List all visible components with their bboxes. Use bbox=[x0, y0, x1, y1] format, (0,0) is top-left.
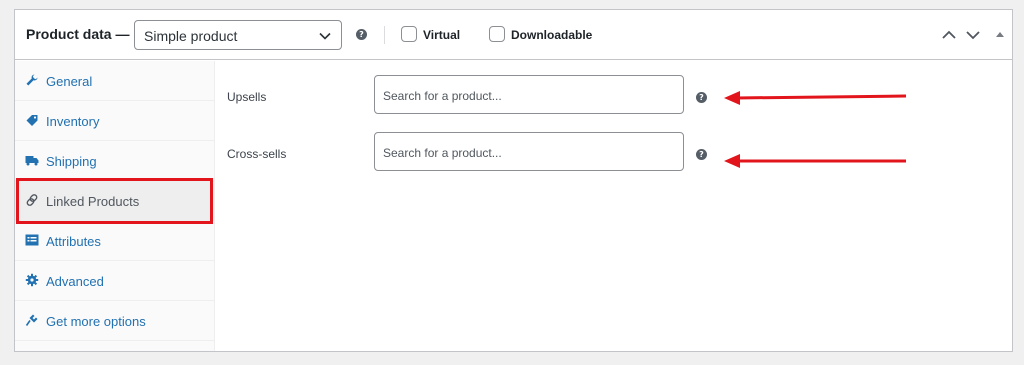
downloadable-checkbox[interactable] bbox=[489, 26, 505, 42]
tab-label: Get more options bbox=[46, 314, 146, 329]
help-icon[interactable]: ? bbox=[356, 29, 367, 40]
tab-shipping[interactable]: Shipping bbox=[15, 141, 215, 181]
panel-title: Product data — bbox=[26, 26, 130, 42]
tab-inventory[interactable]: Inventory bbox=[15, 101, 215, 141]
upsells-label: Upsells bbox=[227, 90, 267, 104]
tab-label: Inventory bbox=[46, 114, 100, 129]
plugin-icon bbox=[25, 314, 38, 326]
tag-icon bbox=[26, 115, 38, 126]
tab-label: Attributes bbox=[46, 234, 101, 249]
cross-sells-label: Cross-sells bbox=[227, 147, 287, 161]
truck-icon bbox=[25, 156, 39, 166]
collapse-toggle-icon[interactable] bbox=[992, 27, 1008, 43]
help-icon[interactable]: ? bbox=[696, 149, 707, 160]
upsells-search-input[interactable]: Search for a product... bbox=[374, 75, 684, 114]
tab-general[interactable]: General bbox=[15, 61, 215, 101]
product-type-select[interactable]: Simple product bbox=[134, 20, 342, 50]
upsells-placeholder: Search for a product... bbox=[383, 89, 502, 103]
product-type-value: Simple product bbox=[144, 28, 238, 44]
header-divider bbox=[384, 26, 385, 44]
downloadable-label: Downloadable bbox=[511, 28, 593, 42]
cross-sells-placeholder: Search for a product... bbox=[383, 146, 502, 160]
list-icon bbox=[25, 234, 39, 246]
linked-products-panel: Upsells Search for a product... ? Cross-… bbox=[216, 61, 1012, 351]
tab-get-more-options[interactable]: Get more options bbox=[15, 301, 215, 341]
annotation-highlight-box bbox=[16, 178, 213, 224]
wrench-icon bbox=[26, 74, 38, 86]
tab-label: Advanced bbox=[46, 274, 104, 289]
tab-label: Shipping bbox=[46, 154, 97, 169]
chevron-up-icon[interactable] bbox=[941, 27, 957, 43]
annotation-arrow-icon bbox=[724, 91, 907, 105]
virtual-checkbox[interactable] bbox=[401, 26, 417, 42]
cross-sells-search-input[interactable]: Search for a product... bbox=[374, 132, 684, 171]
product-data-panel: Product data — Simple product ? Virtual … bbox=[14, 9, 1013, 352]
help-icon[interactable]: ? bbox=[696, 92, 707, 103]
gear-icon bbox=[25, 273, 39, 287]
chevron-down-icon[interactable] bbox=[965, 27, 981, 43]
tab-label: General bbox=[46, 74, 93, 89]
panel-header: Product data — Simple product ? Virtual … bbox=[15, 10, 1012, 60]
tab-attributes[interactable]: Attributes bbox=[15, 221, 215, 261]
annotation-arrow-icon bbox=[724, 154, 906, 168]
chevron-down-icon bbox=[319, 32, 331, 40]
tab-advanced[interactable]: Advanced bbox=[15, 261, 215, 301]
virtual-label: Virtual bbox=[423, 28, 461, 42]
